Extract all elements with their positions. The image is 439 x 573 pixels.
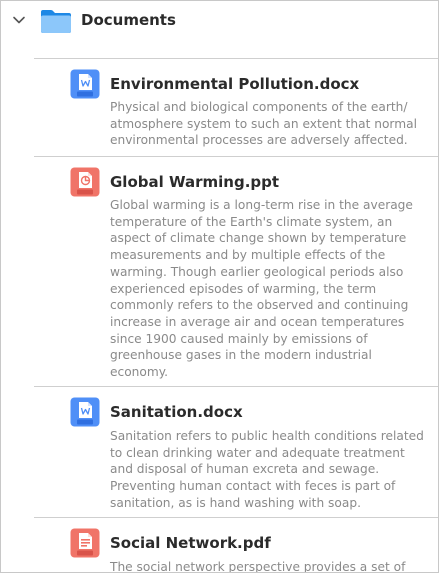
word-file-icon — [70, 397, 100, 427]
file-list-item[interactable]: Global Warming.ppt Global warming is a l… — [34, 157, 438, 387]
tree-view-panel: Documents Environmental Pollution.docx P… — [0, 0, 439, 573]
file-description: Global warming is a long-term rise in th… — [110, 198, 413, 380]
chevron-down-icon[interactable] — [11, 12, 27, 28]
file-name[interactable]: Social Network.pdf — [110, 534, 271, 552]
file-list-item[interactable]: Environmental Pollution.docx Physical an… — [34, 59, 438, 157]
file-list-item[interactable]: Sanitation.docx Sanitation refers to pub… — [34, 387, 438, 518]
folder-icon — [40, 8, 72, 34]
file-name[interactable]: Environmental Pollution.docx — [110, 75, 359, 93]
file-description: Sanitation refers to public health condi… — [110, 429, 424, 510]
word-file-icon — [70, 69, 100, 99]
pdf-file-icon — [70, 528, 100, 558]
file-list: Environmental Pollution.docx Physical an… — [34, 58, 438, 573]
folder-node-documents[interactable]: Documents — [1, 1, 438, 41]
folder-title: Documents — [81, 11, 176, 29]
ppt-file-icon — [70, 167, 100, 197]
file-name[interactable]: Global Warming.ppt — [110, 173, 279, 191]
file-name[interactable]: Sanitation.docx — [110, 403, 243, 421]
file-description: The social network perspective provides … — [110, 560, 406, 573]
file-description: Physical and biological components of th… — [110, 100, 417, 148]
file-list-item[interactable]: Social Network.pdf The social network pe… — [34, 518, 438, 573]
